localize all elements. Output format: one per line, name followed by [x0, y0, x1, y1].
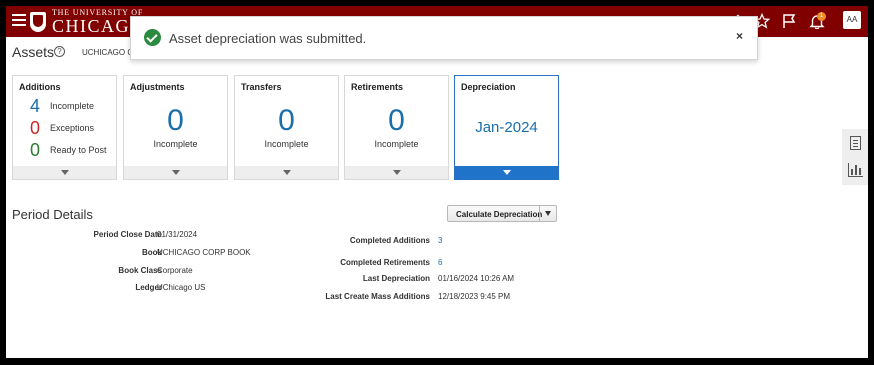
additions-incomplete-count: 4 [29, 96, 40, 116]
calculate-depreciation-label: Calculate Depreciation [456, 210, 543, 219]
depreciation-expand-button[interactable] [455, 166, 558, 179]
additions-exceptions-label: Exceptions [50, 123, 95, 133]
completed-retirements-label: Completed Retirements [340, 258, 430, 267]
check-circle-icon [144, 29, 161, 46]
completed-additions-label: Completed Additions [349, 236, 430, 245]
university-logo[interactable]: THE UNIVERSITY OF CHICAGO [30, 8, 145, 35]
retirements-title: Retirements [351, 82, 404, 92]
toast-message: Asset depreciation was submitted. [169, 31, 367, 46]
transfers-label: Incomplete [264, 139, 309, 149]
book-value: UCHICAGO CORP BOOK [157, 248, 251, 257]
close-icon[interactable]: × [736, 29, 743, 43]
period-details-heading: Period Details [12, 207, 93, 222]
transfers-infolet[interactable]: Transfers 0 Incomplete [234, 75, 339, 180]
adjustments-count: 0 [167, 104, 184, 137]
depreciation-title: Depreciation [461, 82, 516, 92]
period-close-date-value: 01/31/2024 [157, 230, 198, 239]
ledger-value: UChicago US [157, 283, 206, 292]
adjustments-label: Incomplete [153, 139, 198, 149]
additions-incomplete-label: Incomplete [50, 101, 95, 111]
book-selector[interactable]: UCHICAGO C [82, 48, 133, 57]
book-class-value: Corporate [157, 266, 193, 275]
transfers-expand-button[interactable] [235, 166, 338, 179]
retirements-count: 0 [388, 104, 405, 137]
chevron-down-icon[interactable] [539, 206, 556, 221]
bar-chart-icon[interactable] [848, 163, 863, 177]
depreciation-period: Jan-2024 [475, 119, 538, 136]
transfers-count: 0 [278, 104, 295, 137]
chevron-down-icon [282, 170, 291, 175]
flag-icon[interactable] [781, 13, 797, 29]
transfers-title: Transfers [241, 82, 282, 92]
additions-ready-label: Ready to Post [50, 145, 107, 155]
chevron-down-icon [60, 170, 69, 175]
last-mass-additions-label: Last Create Mass Additions [325, 292, 430, 301]
last-mass-additions-value: 12/18/2023 9:45 PM [438, 292, 511, 301]
page-title: Assets [12, 44, 55, 60]
calculate-depreciation-button[interactable]: Calculate Depreciation [447, 205, 557, 222]
last-depreciation-value: 01/16/2024 10:26 AM [438, 274, 515, 283]
document-icon[interactable] [850, 136, 861, 150]
additions-title: Additions [19, 82, 61, 92]
completed-retirements-link[interactable]: 6 [438, 258, 442, 267]
adjustments-infolet[interactable]: Adjustments 0 Incomplete [123, 75, 228, 180]
completed-additions-link[interactable]: 3 [438, 236, 442, 245]
chevron-down-icon [392, 170, 401, 175]
notification-badge: 1 [817, 12, 826, 21]
additions-infolet[interactable]: Additions 4 Incomplete 0 Exceptions 0 Re… [12, 75, 117, 180]
chevron-down-icon [502, 170, 511, 175]
shield-icon [30, 11, 46, 32]
period-close-date-label: Period Close Date [93, 230, 162, 239]
chevron-down-icon [171, 170, 180, 175]
help-icon[interactable]: ? [54, 46, 65, 57]
additions-ready-count: 0 [29, 140, 40, 160]
retirements-label: Incomplete [374, 139, 419, 149]
success-toast: Asset depreciation was submitted. × [130, 16, 758, 60]
adjustments-expand-button[interactable] [124, 166, 227, 179]
additions-expand-button[interactable] [13, 166, 116, 179]
retirements-infolet[interactable]: Retirements 0 Incomplete [344, 75, 449, 180]
retirements-expand-button[interactable] [345, 166, 448, 179]
additions-exceptions-count: 0 [29, 118, 40, 138]
menu-icon[interactable] [12, 14, 26, 26]
user-avatar[interactable]: AA [843, 11, 861, 29]
last-depreciation-label: Last Depreciation [362, 274, 430, 283]
side-panel-rail [842, 129, 868, 185]
app-window: THE UNIVERSITY OF CHICAGO 1 AA Assets ? … [6, 6, 868, 358]
book-class-label: Book Class [118, 266, 162, 275]
adjustments-title: Adjustments [130, 82, 185, 92]
depreciation-infolet[interactable]: Depreciation Jan-2024 [454, 75, 559, 180]
